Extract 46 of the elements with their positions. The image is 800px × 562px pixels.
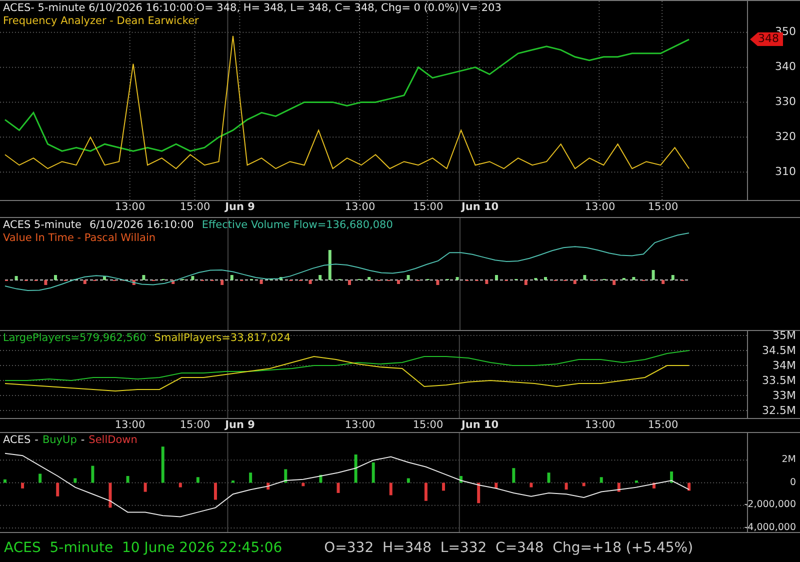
axis-label: 330 (775, 95, 796, 110)
axis-label: 32.5M (762, 404, 796, 418)
axis-label: 33M (772, 388, 796, 402)
separator-text: - (80, 434, 85, 447)
axis-label: -2,000,000 (744, 498, 796, 512)
axis-label: 33.5M (762, 374, 796, 388)
time-label: 15:00 (412, 419, 444, 432)
time-label: 15:00 (646, 419, 680, 432)
axis-label: 35M (772, 328, 796, 342)
status-symbol: ACES 5-minute 10 June 2026 22:45:06 (4, 540, 282, 556)
time-label: 13:00 (344, 201, 376, 214)
axis-label: 34.5M (762, 344, 796, 358)
time-label: 15:00 (412, 201, 444, 214)
time-label: Jun 10 (460, 419, 500, 432)
timestamp-label: 6/10/2026 16:10:00 (89, 219, 194, 232)
time-label: Jun 9 (224, 419, 256, 432)
time-label: Jun 9 (224, 201, 256, 214)
indicator-name: Value In Time - Pascal Willain (3, 232, 157, 245)
axis-label: 0 (790, 476, 796, 490)
time-label: 13:00 (584, 201, 616, 214)
time-label: 13:00 (344, 419, 376, 432)
indicator-name: Frequency Analyzer - Dean Earwicker (3, 15, 200, 28)
axis-label: 310 (775, 165, 796, 180)
axis-label: -4,000,000 (744, 521, 796, 536)
time-label: 15:00 (178, 419, 212, 432)
axis-label: 340 (775, 60, 796, 74)
time-label: 13:00 (114, 419, 146, 432)
time-label: 15:00 (178, 201, 212, 214)
axis-label: 34M (772, 358, 796, 372)
axis-label: 320 (775, 130, 796, 144)
large-players-value: LargePlayers=579,962,560 (3, 332, 146, 345)
buy-up-label: BuyUp (42, 434, 77, 447)
separator-text: - (34, 434, 38, 447)
time-label: Jun 10 (460, 201, 500, 214)
chart-title: ACES- 5-minute 6/10/2026 16:10:00 O= 348, H= 348, L= 348, C= 348, Chg= 0 (0.0%) V= 203 (3, 2, 502, 15)
price-tag: 348 (750, 32, 783, 46)
status-quote: O=332 H=348 L=332 C=348 Chg=+18 (+5.45%) (324, 540, 694, 556)
symbol-label: ACES 5-minute (3, 219, 82, 232)
sell-down-label: SellDown (88, 434, 138, 447)
time-label: 13:00 (114, 201, 146, 214)
time-label: 13:00 (584, 419, 616, 432)
time-label: 15:00 (646, 201, 680, 214)
axis-label: 2M (782, 453, 796, 468)
small-players-value: SmallPlayers=33,817,024 (154, 332, 291, 345)
flow-value: Effective Volume Flow=136,680,080 (202, 219, 393, 232)
symbol-label: ACES (3, 434, 31, 447)
